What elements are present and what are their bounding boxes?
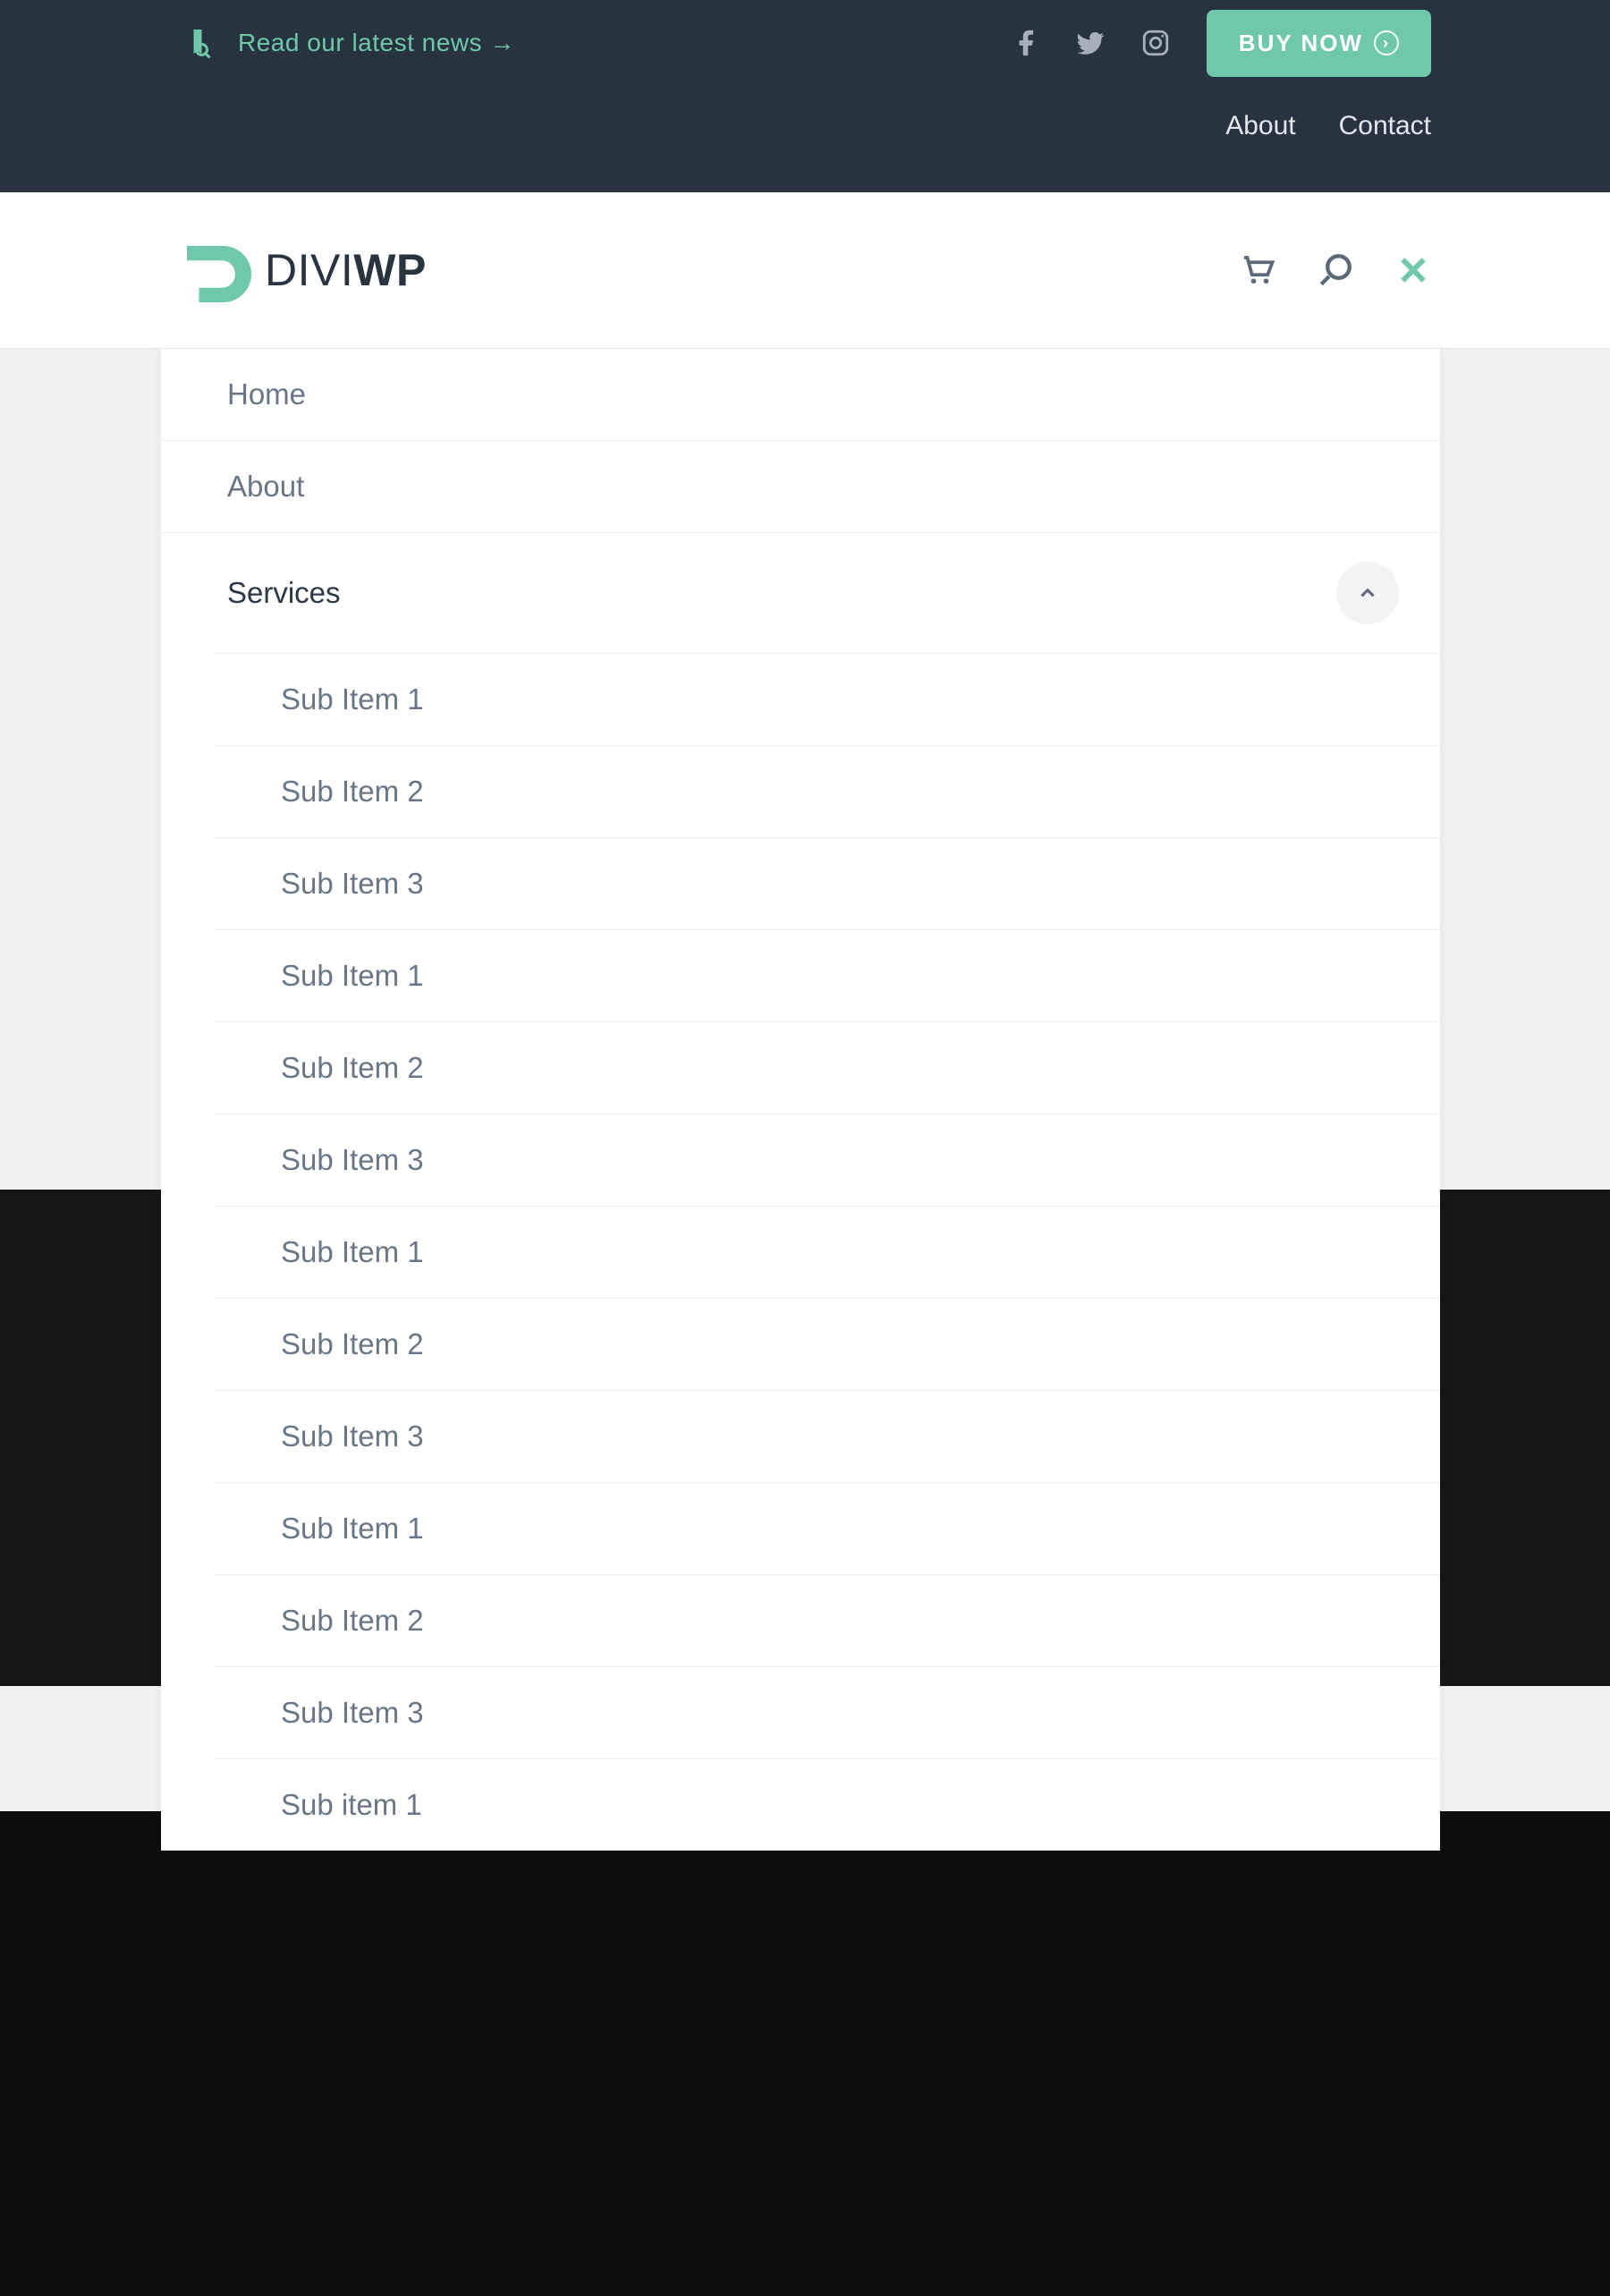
arrow-right-circle-icon: ›	[1374, 30, 1399, 55]
cart-icon[interactable]	[1238, 251, 1275, 289]
submenu-item-label: Sub Item 2	[281, 1604, 424, 1637]
news-link[interactable]: Read our latest news →	[179, 27, 515, 59]
logo-mark-icon	[179, 230, 259, 310]
menu-item-label: About	[227, 470, 304, 504]
submenu-item-label: Sub Item 3	[281, 1696, 424, 1729]
top-bar-lower-nav: About Contact	[179, 86, 1431, 192]
top-bar-upper: Read our latest news → BUY NOW ›	[179, 0, 1431, 86]
logo-text: DIVIWP	[265, 244, 427, 296]
header-actions	[1238, 251, 1431, 289]
page-body: Home About Services Sub Item 1 Sub Item …	[0, 349, 1610, 2039]
dark-section-2	[0, 1811, 1610, 2296]
submenu-item[interactable]: Sub Item 2	[215, 1021, 1440, 1114]
submenu-item[interactable]: Sub Item 3	[215, 837, 1440, 929]
twitter-icon[interactable]	[1076, 28, 1106, 58]
buy-now-label: BUY NOW	[1239, 30, 1363, 57]
facebook-icon[interactable]	[1012, 28, 1042, 58]
submenu-item[interactable]: Sub Item 1	[215, 1206, 1440, 1298]
social-icons	[1012, 28, 1171, 58]
chevron-up-icon	[1356, 581, 1379, 605]
submenu-item[interactable]: Sub item 1	[215, 1758, 1440, 1851]
instagram-icon[interactable]	[1140, 28, 1171, 58]
news-link-text: Read our latest news →	[238, 29, 515, 57]
submenu-item[interactable]: Sub Item 2	[215, 1574, 1440, 1666]
submenu-item-label: Sub Item 2	[281, 1051, 424, 1084]
menu-item-label: Home	[227, 377, 306, 411]
submenu-item[interactable]: Sub Item 3	[215, 1390, 1440, 1482]
buy-now-button[interactable]: BUY NOW ›	[1207, 10, 1431, 77]
submenu-item-label: Sub Item 1	[281, 959, 424, 992]
submenu-item-label: Sub Item 1	[281, 1235, 424, 1268]
submenu-item-label: Sub Item 2	[281, 1327, 424, 1360]
submenu-item[interactable]: Sub Item 1	[215, 929, 1440, 1021]
submenu-item[interactable]: Sub Item 1	[215, 653, 1440, 745]
top-bar-actions: BUY NOW ›	[1012, 10, 1431, 77]
search-icon[interactable]	[1317, 251, 1354, 289]
close-menu-icon[interactable]	[1395, 252, 1431, 288]
main-header: DIVIWP	[0, 192, 1610, 349]
collapse-toggle[interactable]	[1336, 562, 1399, 624]
submenu-item-label: Sub Item 1	[281, 1512, 424, 1545]
submenu-item-label: Sub Item 3	[281, 867, 424, 900]
site-logo[interactable]: DIVIWP	[179, 230, 427, 310]
top-bar: Read our latest news → BUY NOW ›	[0, 0, 1610, 192]
logo-text-thin: DIVI	[265, 245, 353, 295]
submenu-item[interactable]: Sub Item 3	[215, 1114, 1440, 1206]
topbar-link-about[interactable]: About	[1225, 111, 1295, 141]
mobile-dropdown-menu: Home About Services Sub Item 1 Sub Item …	[161, 349, 1440, 1851]
menu-item-about[interactable]: About	[161, 440, 1440, 532]
submenu-item[interactable]: Sub Item 3	[215, 1666, 1440, 1758]
news-search-icon	[179, 27, 211, 59]
services-submenu: Sub Item 1 Sub Item 2 Sub Item 3 Sub Ite…	[161, 653, 1440, 1851]
topbar-link-contact[interactable]: Contact	[1339, 111, 1431, 141]
submenu-item-label: Sub Item 1	[281, 682, 424, 716]
submenu-item[interactable]: Sub Item 2	[215, 745, 1440, 837]
submenu-item-label: Sub Item 2	[281, 775, 424, 808]
submenu-item-label: Sub Item 3	[281, 1419, 424, 1453]
submenu-item[interactable]: Sub Item 2	[215, 1298, 1440, 1390]
submenu-item[interactable]: Sub Item 1	[215, 1482, 1440, 1574]
submenu-item-label: Sub Item 3	[281, 1143, 424, 1176]
submenu-item-label: Sub item 1	[281, 1788, 422, 1821]
menu-item-label: Services	[227, 576, 341, 610]
menu-item-home[interactable]: Home	[161, 349, 1440, 440]
menu-item-services[interactable]: Services	[161, 532, 1440, 653]
logo-text-bold: WP	[353, 245, 427, 295]
